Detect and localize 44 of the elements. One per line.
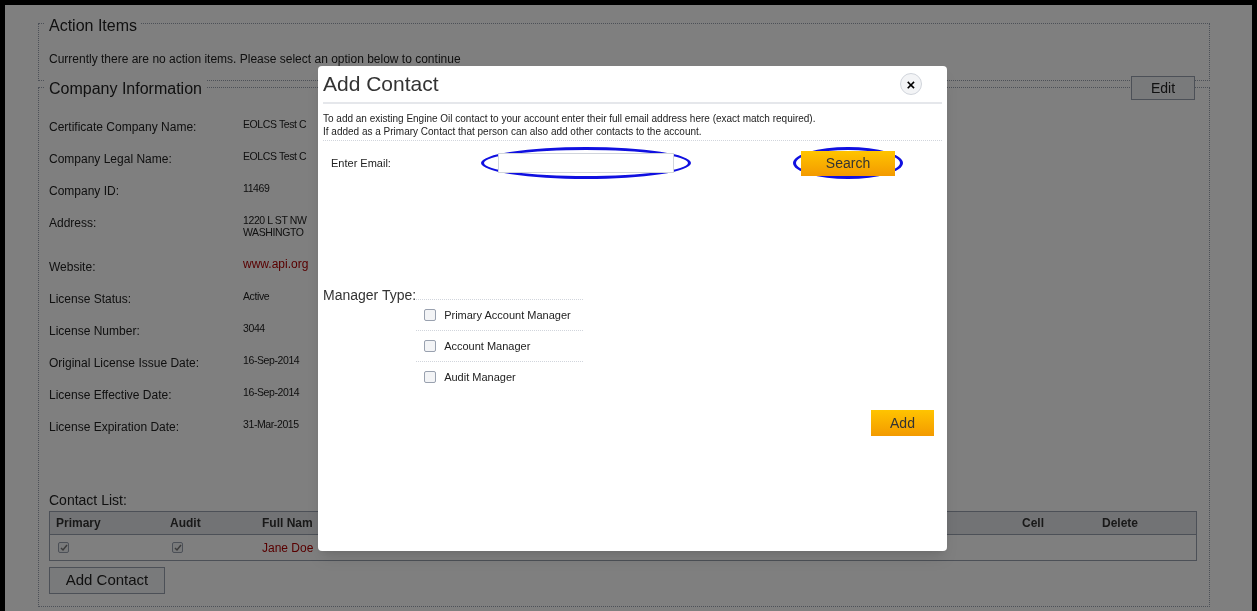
column-header: Primary: [55, 515, 102, 532]
email-field[interactable]: [498, 153, 674, 173]
checkbox-label: Audit Manager: [444, 369, 516, 385]
field-label: Certificate Company Name:: [49, 119, 198, 136]
website-link[interactable]: www.api.org: [243, 258, 309, 290]
add-contact-button[interactable]: Add Contact: [49, 567, 165, 594]
manager-type-label: Manager Type:: [323, 286, 417, 305]
field-label: Original License Issue Date:: [49, 355, 201, 372]
checkbox[interactable]: [424, 309, 437, 321]
column-header: Full Nam: [261, 515, 314, 532]
close-button[interactable]: ×: [900, 73, 922, 95]
action-items-message: Currently there are no action items. Please select an option below to continue: [49, 51, 462, 68]
dialog-description: To add an existing Engine Oil contact to your account enter their full email address here (exact match required). If added as a Primary Contact that person can also add other contacts to the account.: [323, 112, 942, 141]
column-header: Cell: [1021, 515, 1045, 532]
field-value: 3044: [243, 322, 265, 336]
add-button[interactable]: Add: [871, 410, 934, 436]
field-value: EOLCS Test C: [243, 150, 307, 164]
checkbox-label: Account Manager: [444, 338, 531, 354]
dialog-title: Add Contact: [323, 71, 439, 98]
edit-button[interactable]: Edit: [1131, 76, 1195, 100]
contact-list-title: Contact List:: [49, 491, 128, 510]
contact-name-link[interactable]: Jane Doe: [262, 540, 314, 555]
checkbox[interactable]: [424, 340, 437, 352]
field-label: Website:: [49, 259, 97, 276]
field-value: 11469: [243, 182, 270, 196]
field-value: EOLCS Test C: [243, 118, 307, 132]
field-label: Address:: [49, 215, 98, 232]
search-button[interactable]: Search: [801, 150, 895, 176]
field-value: 16-Sep-2014: [243, 386, 300, 400]
column-header: Delete: [1101, 515, 1140, 532]
field-value: 16-Sep-2014: [243, 354, 300, 368]
field-label: Company ID:: [49, 183, 121, 200]
field-label: Company Legal Name:: [49, 151, 173, 168]
column-header: Audit: [169, 515, 202, 532]
email-label: Enter Email:: [331, 155, 392, 171]
field-label: License Status:: [49, 291, 133, 308]
field-label: License Number:: [49, 323, 141, 340]
field-value: 1220 L ST NW WASHINGTO: [243, 214, 307, 240]
checkbox-label: Primary Account Manager: [444, 307, 571, 323]
field-label: License Effective Date:: [49, 387, 173, 404]
field-label: License Expiration Date:: [49, 419, 181, 436]
field-value: Active: [243, 290, 270, 304]
checkbox[interactable]: [424, 371, 437, 383]
field-value: 31-Mar-2015: [243, 418, 299, 432]
